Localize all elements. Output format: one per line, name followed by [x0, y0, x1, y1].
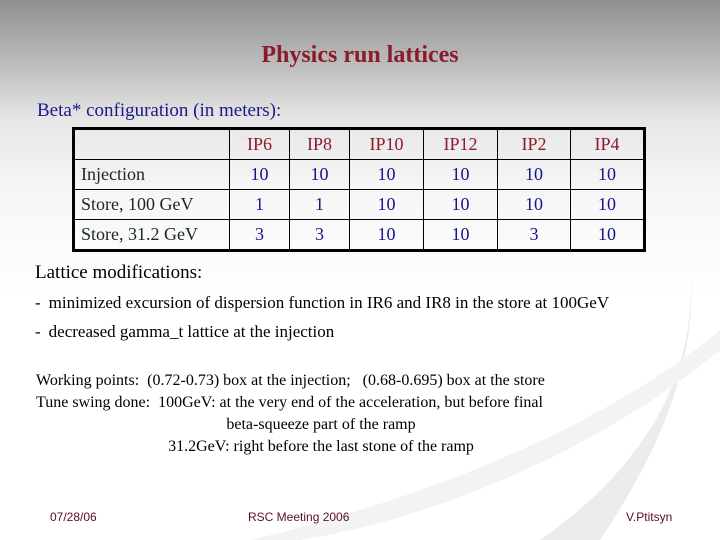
header-ip10: IP10 [349, 128, 424, 160]
beta-config-subtitle: Beta* configuration (in meters): [37, 100, 282, 121]
header-ip12: IP12 [423, 128, 498, 160]
footer-event: RSC Meeting 2006 [248, 510, 350, 524]
beta-star-table: IP6 IP8 IP10 IP12 IP2 IP4 Injection 10 1… [72, 127, 646, 252]
header-ip8: IP8 [289, 128, 350, 160]
table-header-row: IP6 IP8 IP10 IP12 IP2 IP4 [73, 128, 645, 160]
header-corner-cell [73, 128, 230, 160]
table-cell: 10 [497, 189, 571, 220]
table-cell: 10 [349, 219, 424, 251]
tune-swing-line: Tune swing done: 100GeV: at the very end… [36, 394, 543, 411]
table-cell: 10 [423, 189, 498, 220]
table-cell: 10 [570, 219, 645, 251]
footer-author: V.Ptitsyn [626, 510, 673, 524]
table-cell: 10 [349, 189, 424, 220]
table-cell: 3 [497, 219, 571, 251]
modification-text: decreased gamma_t lattice at the injecti… [48, 322, 335, 341]
table-cell: 3 [289, 219, 350, 251]
table-cell: 10 [289, 159, 350, 190]
modifications-heading: Lattice modifications: [35, 262, 203, 283]
bullet-dash: - [35, 322, 41, 341]
table-cell: 10 [570, 159, 645, 190]
row-label: Injection [73, 159, 230, 190]
table-cell: 10 [423, 159, 498, 190]
table-cell: 3 [229, 219, 290, 251]
table-row: Store, 31.2 GeV 3 3 10 10 3 10 [73, 219, 645, 251]
working-points-block: Working points: (0.72-0.73) box at the i… [36, 370, 606, 458]
header-ip6: IP6 [229, 128, 290, 160]
table-cell: 10 [349, 159, 424, 190]
table-row: Injection 10 10 10 10 10 10 [73, 159, 645, 190]
slide-title: Physics run lattices [261, 42, 459, 68]
table-row: Store, 100 GeV 1 1 10 10 10 10 [73, 189, 645, 220]
row-label: Store, 100 GeV [73, 189, 230, 220]
row-label: Store, 31.2 GeV [73, 219, 230, 251]
working-points-line: Working points: (0.72-0.73) box at the i… [36, 372, 545, 389]
table-cell: 10 [229, 159, 290, 190]
table-cell: 10 [423, 219, 498, 251]
modification-text: minimized excursion of dispersion functi… [48, 293, 610, 312]
footer-date: 07/28/06 [50, 510, 97, 524]
table-cell: 10 [570, 189, 645, 220]
tune-swing-31gev-line: 31.2GeV: right before the last stone of … [168, 438, 474, 455]
tune-swing-continuation: beta-squeeze part of the ramp [226, 416, 416, 433]
table-cell: 1 [229, 189, 290, 220]
table-cell: 10 [497, 159, 571, 190]
bullet-dash: - [35, 293, 41, 312]
modification-item: - minimized excursion of dispersion funct… [35, 293, 609, 313]
table-cell: 1 [289, 189, 350, 220]
header-ip2: IP2 [497, 128, 571, 160]
lattice-modifications: Lattice modifications: - minimized excurs… [35, 262, 609, 342]
modification-item: - decreased gamma_t lattice at the inject… [35, 322, 609, 342]
header-ip4: IP4 [570, 128, 645, 160]
